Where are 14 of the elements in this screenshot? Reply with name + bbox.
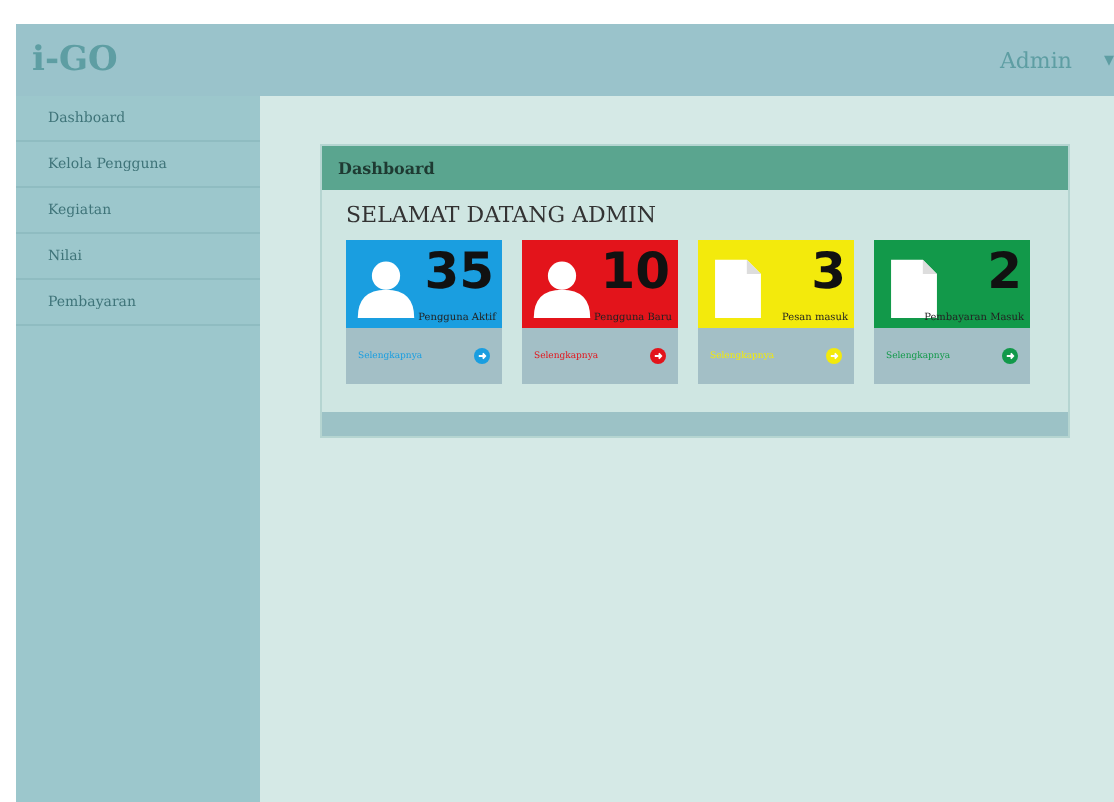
logo: i-GO [32,40,118,80]
user-icon [356,258,416,318]
arrow-circle-icon[interactable] [1002,348,1018,364]
caret-icon[interactable]: ▾ [1103,49,1114,71]
panel-title: Dashboard [338,158,435,178]
user-icon [532,258,592,318]
stat-count: 35 [424,242,494,300]
stat-count: 2 [987,242,1022,300]
welcome-heading: SELAMAT DATANG ADMIN [346,202,658,228]
stat-count: 10 [600,242,670,300]
arrow-circle-icon[interactable] [474,348,490,364]
stat-count: 3 [811,242,846,300]
user-menu[interactable]: Admin [999,47,1072,73]
arrow-circle-icon[interactable] [650,348,666,364]
